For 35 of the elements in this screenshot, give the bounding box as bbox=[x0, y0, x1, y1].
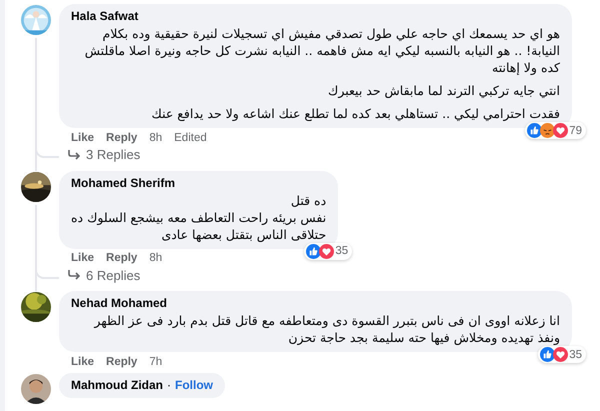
view-replies-link[interactable]: 6 Replies bbox=[67, 268, 140, 282]
edited-label: Edited bbox=[174, 132, 207, 144]
view-replies-link[interactable]: 3 Replies bbox=[67, 147, 140, 162]
comment-text: انتي جايه تركبي الترند لما مابقاش حد بيعبرك bbox=[327, 82, 560, 99]
like-icon bbox=[527, 123, 542, 138]
like-link[interactable]: Like bbox=[71, 252, 94, 264]
comment-text: انا زعلانه اووى ان فى ناس بتبرر القسوة دى ومتعاطفه مع قاتل قتل بدم بارد فى عز الظهر ونفذ تهديده ومخلاش فيها حته سليمة بجد حاجة تحزن bbox=[92, 312, 560, 346]
comment-text: ده قتل نفس بريئه راحت التعاطف معه بيشجع السلوك ده حتلاقى الناس بتقتل بعضها عادى bbox=[71, 192, 326, 242]
reactions-badge[interactable]: 35 bbox=[538, 346, 586, 363]
like-link[interactable]: Like bbox=[71, 356, 94, 368]
angry-face-icon bbox=[540, 123, 556, 138]
author-name: Hala Safwat bbox=[71, 9, 138, 23]
separator-dot: · bbox=[167, 378, 171, 392]
reply-link[interactable]: Reply bbox=[106, 356, 138, 368]
like-icon bbox=[306, 244, 322, 258]
timestamp[interactable]: 7h bbox=[149, 356, 162, 368]
comment-text: فقدت احترامي ليكي .. تستاهلي بعد كده لما تطلع عنك اشاعه ولا حد يدافع عنك bbox=[150, 105, 560, 122]
timestamp[interactable]: 8h bbox=[149, 132, 162, 144]
reply-arrow-icon bbox=[67, 148, 81, 160]
reply-arrow-icon bbox=[67, 269, 81, 281]
comment-text: هو اي حد يسمعك اي حاجه علي طول تصدقي مفيش اي تسجيلات لنيرة حقيقية وده بكلام النيابة! .. هو النيابه بالنسبه ليكي ايه مش فاهمه .. النيابه نشرت كل حاجه ونيرة اصلا ماقلتش كده ولا إهانته bbox=[84, 25, 560, 76]
author-name: Mahmoud Zidan bbox=[71, 378, 163, 392]
reactions-badge[interactable]: 35 bbox=[304, 242, 352, 260]
reply-link[interactable]: Reply bbox=[106, 132, 138, 144]
reaction-count: 79 bbox=[569, 124, 582, 136]
reaction-count: 35 bbox=[569, 348, 582, 360]
like-link[interactable]: Like bbox=[71, 132, 94, 144]
like-icon bbox=[540, 347, 556, 362]
reply-link[interactable]: Reply bbox=[106, 252, 138, 264]
reactions-badge[interactable]: 79 bbox=[525, 122, 586, 139]
follow-link[interactable]: Follow bbox=[175, 378, 213, 392]
reaction-count: 35 bbox=[335, 245, 348, 257]
author-name: Nehad Mohamed bbox=[71, 296, 168, 310]
timestamp[interactable]: 8h bbox=[149, 252, 162, 264]
author-name: Mohamed Sherifm bbox=[71, 176, 176, 190]
